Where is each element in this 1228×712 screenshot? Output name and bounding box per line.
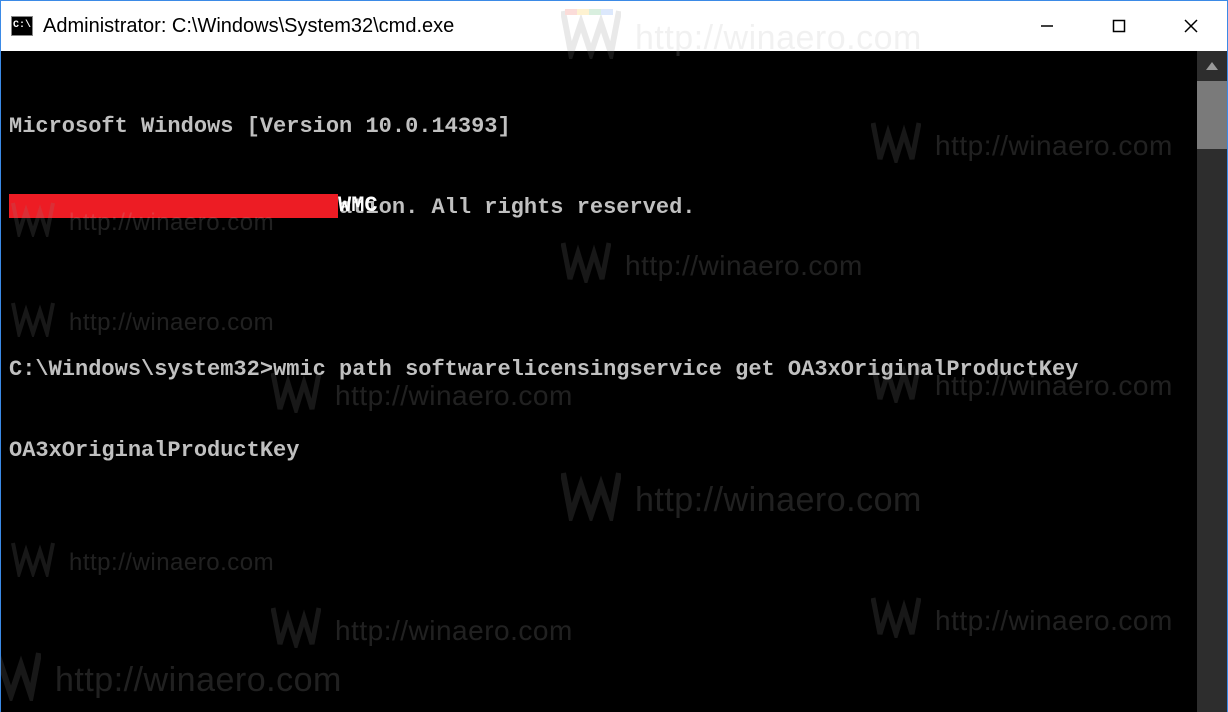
redaction-bar (9, 194, 338, 218)
scrollbar-thumb[interactable] (1197, 81, 1227, 149)
scroll-up-button[interactable] (1197, 51, 1227, 81)
terminal-line: OA3xOriginalProductKey (9, 437, 1197, 464)
terminal-output[interactable]: Microsoft Windows [Version 10.0.14393] (… (1, 51, 1197, 712)
terminal-line: Microsoft Windows [Version 10.0.14393] (9, 113, 1197, 140)
close-button[interactable] (1155, 1, 1227, 51)
command-prompt-window: C:\ Administrator: C:\Windows\System32\c… (0, 0, 1228, 712)
cmd-icon: C:\ (11, 16, 33, 36)
watermark: http://winaero.com (11, 541, 274, 585)
scrollbar-track[interactable] (1197, 81, 1227, 712)
titlebar[interactable]: C:\ Administrator: C:\Windows\System32\c… (1, 1, 1227, 51)
terminal-line: C:\Windows\system32>wmic path softwareli… (9, 356, 1197, 383)
maximize-button[interactable] (1083, 1, 1155, 51)
terminal-line (9, 599, 1197, 626)
terminal-line (9, 680, 1197, 707)
window-controls (1011, 1, 1227, 51)
terminal-line (9, 518, 1197, 545)
redaction-suffix-text: WMC (338, 195, 378, 217)
vertical-scrollbar[interactable] (1197, 51, 1227, 712)
watermark: http://winaero.com (11, 301, 274, 345)
client-area: Microsoft Windows [Version 10.0.14393] (… (1, 51, 1227, 712)
minimize-button[interactable] (1011, 1, 1083, 51)
window-title: Administrator: C:\Windows\System32\cmd.e… (43, 15, 454, 38)
terminal-line (9, 275, 1197, 302)
